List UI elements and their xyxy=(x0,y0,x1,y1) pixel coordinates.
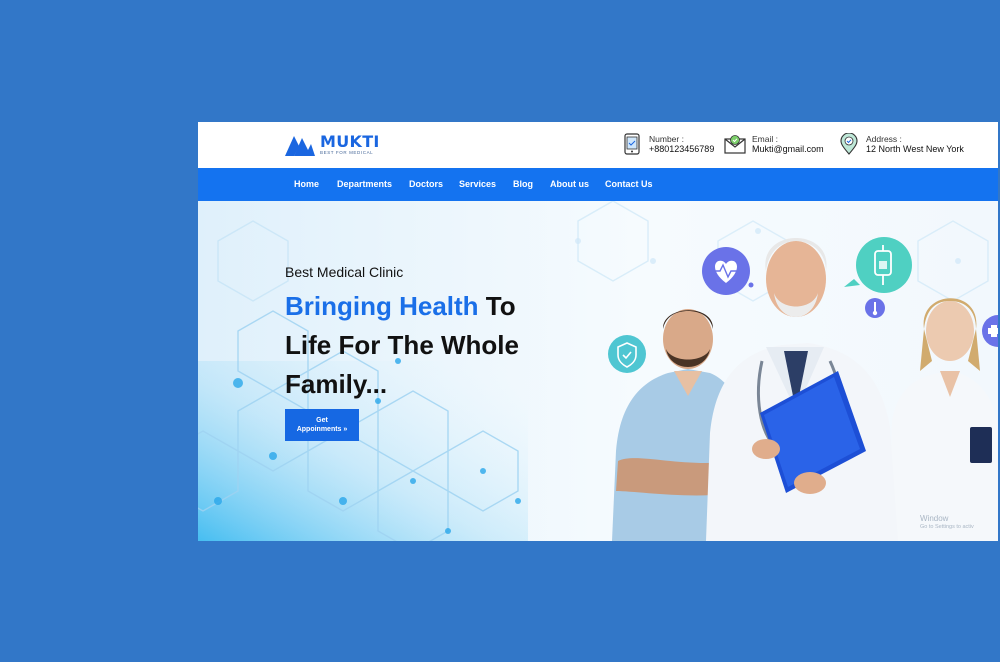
iv-bag-icon xyxy=(844,237,912,293)
hero-title: Bringing Health To Life For The Whole Fami… xyxy=(285,287,615,404)
phone-icon xyxy=(624,133,640,155)
website-screenshot: MUKTI BEST FOR MEDICAL Number : +8801234… xyxy=(198,122,998,541)
cta-line-1: Get xyxy=(316,417,328,424)
nav-item-home[interactable]: Home xyxy=(294,168,319,201)
hero-title-part-3: Family... xyxy=(285,369,388,399)
get-appointments-button[interactable]: Get Appoinments » xyxy=(285,409,359,441)
doctor-right xyxy=(888,298,998,541)
contact-address-label: Address : xyxy=(866,133,902,144)
nav-item-contact-us[interactable]: Contact Us xyxy=(605,168,653,201)
location-pin-icon xyxy=(840,133,858,155)
contact-number-label: Number : xyxy=(649,133,684,144)
logo[interactable]: MUKTI BEST FOR MEDICAL xyxy=(285,133,380,156)
cta-line-2: Appoinments » xyxy=(296,426,348,433)
activation-watermark: Window Go to Settings to activ xyxy=(920,514,974,532)
contact-email: Email : Mukti@gmail.com xyxy=(724,133,824,155)
watermark-line-1: Window xyxy=(920,514,949,523)
header: MUKTI BEST FOR MEDICAL Number : +8801234… xyxy=(198,122,998,168)
doctors-illustration xyxy=(608,237,998,541)
contact-number-value[interactable]: +880123456789 xyxy=(649,144,714,155)
hero-section: Best Medical Clinic Bringing Health To Li… xyxy=(198,201,998,541)
nav-item-departments[interactable]: Departments xyxy=(337,168,392,201)
contact-number: Number : +880123456789 xyxy=(621,133,714,155)
medical-cross-icon xyxy=(982,315,998,347)
contact-email-value[interactable]: Mukti@gmail.com xyxy=(752,144,824,155)
contact-address: Address : 12 North West New York xyxy=(838,133,964,155)
heart-monitor-icon xyxy=(702,247,754,295)
nav-item-about-us[interactable]: About us xyxy=(550,168,589,201)
logo-name: MUKTI xyxy=(320,132,380,151)
hero-title-part-2: Life For The Whole xyxy=(285,330,519,360)
hero-title-part-1: To xyxy=(478,291,516,321)
nav-item-doctors[interactable]: Doctors xyxy=(409,168,443,201)
mail-icon xyxy=(724,135,746,154)
main-nav: Home Departments Doctors Services Blog A… xyxy=(198,168,998,201)
logo-tagline: BEST FOR MEDICAL xyxy=(320,150,374,155)
nav-item-blog[interactable]: Blog xyxy=(513,168,533,201)
nav-item-services[interactable]: Services xyxy=(459,168,496,201)
thermometer-icon xyxy=(865,298,885,318)
logo-mark-icon xyxy=(285,135,315,156)
contact-email-label: Email : xyxy=(752,133,778,144)
hero-title-highlight: Bringing Health xyxy=(285,291,479,321)
watermark-line-2: Go to Settings to activ xyxy=(920,524,974,530)
hero-subtitle: Best Medical Clinic xyxy=(285,264,404,280)
shield-check-icon xyxy=(608,335,646,373)
contact-address-value: 12 North West New York xyxy=(866,143,964,154)
